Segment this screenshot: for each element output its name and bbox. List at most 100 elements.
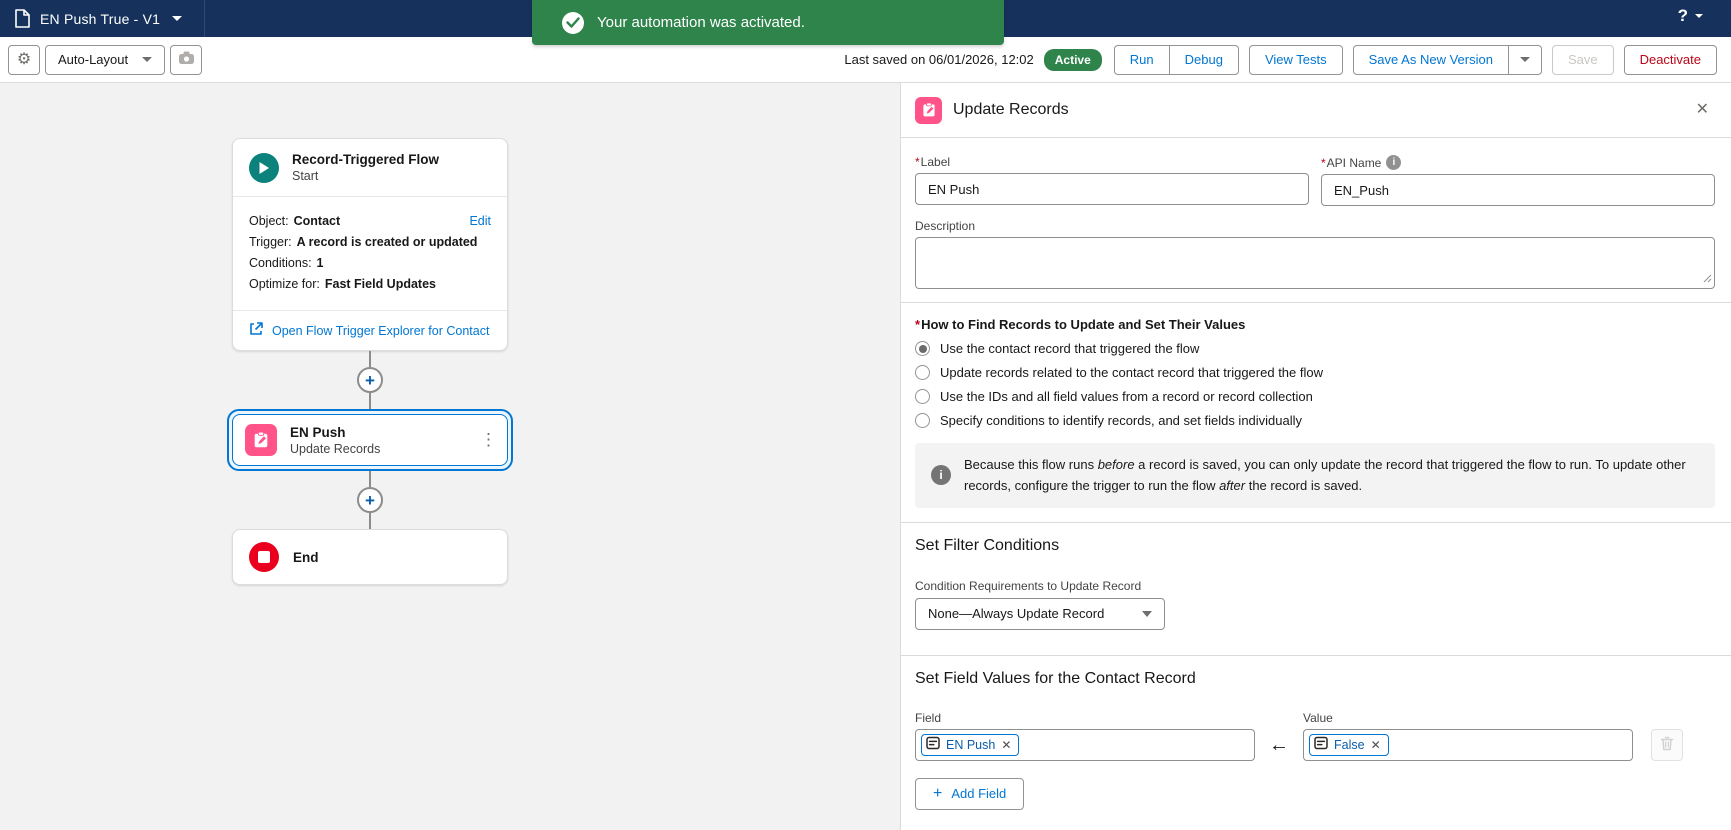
value-input[interactable]: False ✕ — [1303, 728, 1633, 761]
info-note: i Because this flow runs before a record… — [915, 443, 1715, 508]
start-node-subtitle: Start — [292, 169, 319, 183]
value-pill[interactable]: False ✕ — [1309, 733, 1389, 756]
connector-line — [369, 393, 371, 409]
view-tests-button[interactable]: View Tests — [1248, 44, 1343, 75]
flow-title: EN Push True - V1 — [40, 10, 161, 27]
how-to-find-section: *How to Find Records to Update and Set T… — [901, 303, 1731, 522]
save-as-new-version-group: Save As New Version — [1352, 44, 1542, 75]
description-textarea[interactable] — [915, 237, 1715, 289]
add-element-button[interactable]: + — [357, 367, 383, 393]
api-name-field-label: *API Name i — [1321, 155, 1715, 170]
node-menu-kebab-icon[interactable]: ⋮ — [480, 430, 497, 450]
filter-conditions-section: Set Filter Conditions Condition Requirem… — [901, 523, 1731, 655]
start-node[interactable]: Record-Triggered Flow Start Object: Cont… — [232, 138, 508, 351]
delete-row-button[interactable] — [1651, 728, 1683, 761]
success-check-icon — [562, 11, 584, 34]
label-input[interactable] — [915, 173, 1309, 205]
remove-pill-icon[interactable]: ✕ — [1371, 739, 1381, 751]
info-icon: i — [931, 465, 951, 486]
radio-icon — [915, 389, 930, 404]
start-detail-row: Optimize for: Fast Field Updates — [249, 277, 436, 291]
chevron-down-icon — [1519, 57, 1530, 62]
start-detail-row: Trigger: A record is created or updated — [249, 235, 478, 249]
connector: + — [357, 351, 383, 409]
start-node-footer: Open Flow Trigger Explorer for Contact — [233, 311, 507, 350]
start-detail-row: Object: Contact Edit — [249, 214, 491, 228]
field-input[interactable]: EN Push ✕ — [915, 728, 1255, 761]
end-stop-icon — [249, 542, 279, 572]
end-node[interactable]: End — [232, 529, 508, 585]
update-records-node-selected: EN Push Update Records ⋮ — [227, 409, 513, 471]
plus-icon: + — [933, 784, 943, 802]
help-menu[interactable]: ? — [1678, 6, 1703, 26]
info-icon[interactable]: i — [1386, 155, 1402, 170]
external-link-icon — [249, 322, 263, 339]
end-node-title: End — [293, 549, 319, 565]
deactivate-button[interactable]: Deactivate — [1623, 44, 1717, 75]
field-values-section: Set Field Values for the Contact Record … — [901, 656, 1731, 824]
radio-icon — [915, 365, 930, 380]
settings-button[interactable]: ⚙ — [8, 44, 40, 75]
run-button[interactable]: Run — [1113, 44, 1170, 75]
update-records-node[interactable]: EN Push Update Records ⋮ — [232, 414, 508, 466]
how-to-find-label: *How to Find Records to Update and Set T… — [915, 317, 1246, 332]
section-divider — [901, 137, 1731, 138]
assign-arrow-icon: ← — [1269, 733, 1289, 756]
start-node-header[interactable]: Record-Triggered Flow Start — [233, 139, 507, 197]
flow-column: Record-Triggered Flow Start Object: Cont… — [227, 138, 513, 585]
save-as-new-version-button[interactable]: Save As New Version — [1352, 44, 1509, 75]
toast-message: Your automation was activated. — [597, 14, 805, 31]
record-field-icon — [1314, 736, 1328, 753]
last-saved-text: Last saved on 06/01/2026, 12:02 — [844, 52, 1034, 67]
remove-pill-icon[interactable]: ✕ — [1001, 739, 1011, 751]
api-name-input[interactable] — [1321, 174, 1715, 206]
filter-conditions-heading: Set Filter Conditions — [915, 536, 1060, 554]
run-debug-button-group: Run Debug — [1113, 44, 1239, 75]
flow-document-icon — [14, 9, 30, 28]
radio-icon — [915, 413, 930, 428]
save-options-caret-button[interactable] — [1507, 44, 1542, 75]
resize-grip-icon[interactable] — [1703, 271, 1712, 286]
record-field-icon — [926, 736, 940, 753]
layout-selector[interactable]: Auto-Layout — [45, 44, 166, 75]
connector-line — [369, 351, 371, 367]
debug-button[interactable]: Debug — [1168, 44, 1239, 75]
radio-icon — [915, 341, 930, 356]
view-options-button[interactable] — [170, 44, 203, 75]
field-column-label: Field — [915, 710, 942, 725]
radio-option-triggering-record[interactable]: Use the contact record that triggered th… — [915, 341, 1715, 356]
status-badge: Active — [1043, 48, 1102, 71]
radio-option-related-records[interactable]: Update records related to the contact re… — [915, 365, 1715, 380]
flow-canvas[interactable]: Record-Triggered Flow Start Object: Cont… — [0, 83, 900, 830]
open-flow-trigger-explorer-link[interactable]: Open Flow Trigger Explorer for Contact — [272, 324, 489, 338]
update-records-icon — [245, 424, 277, 456]
label-field-label: *Label — [915, 155, 951, 169]
radio-option-specify-conditions[interactable]: Specify conditions to identify records, … — [915, 413, 1715, 428]
dropdown-selected-value: None—Always Update Record — [928, 606, 1105, 622]
start-node-details: Object: Contact Edit Trigger: A record i… — [233, 197, 507, 311]
update-node-title: EN Push — [290, 424, 346, 440]
field-pill[interactable]: EN Push ✕ — [921, 733, 1020, 756]
add-field-button[interactable]: + Add Field — [915, 777, 1025, 810]
edit-link[interactable]: Edit — [469, 214, 491, 228]
panel-header: Update Records ✕ — [901, 83, 1731, 137]
condition-requirements-dropdown[interactable]: None—Always Update Record — [915, 597, 1165, 630]
panel-title: Update Records — [953, 101, 1069, 118]
help-icon: ? — [1677, 6, 1688, 25]
connector: + — [357, 471, 383, 529]
start-detail-row: Conditions: 1 — [249, 256, 324, 270]
description-label: Description — [915, 219, 976, 233]
start-play-icon — [249, 152, 279, 183]
add-element-button[interactable]: + — [357, 487, 383, 513]
name-section: *Label *API Name i Description — [901, 155, 1731, 289]
radio-option-ids-from-record[interactable]: Use the IDs and all field values from a … — [915, 389, 1715, 404]
update-records-icon — [915, 96, 942, 124]
save-button[interactable]: Save — [1551, 44, 1614, 75]
field-values-heading: Set Field Values for the Contact Record — [915, 669, 1196, 687]
close-icon[interactable]: ✕ — [1696, 99, 1709, 119]
update-node-subtitle: Update Records — [290, 441, 381, 456]
trash-icon — [1660, 736, 1674, 754]
flow-title-menu-caret-icon[interactable] — [172, 16, 183, 21]
chevron-down-icon — [142, 57, 153, 62]
chevron-down-icon — [1142, 610, 1152, 617]
